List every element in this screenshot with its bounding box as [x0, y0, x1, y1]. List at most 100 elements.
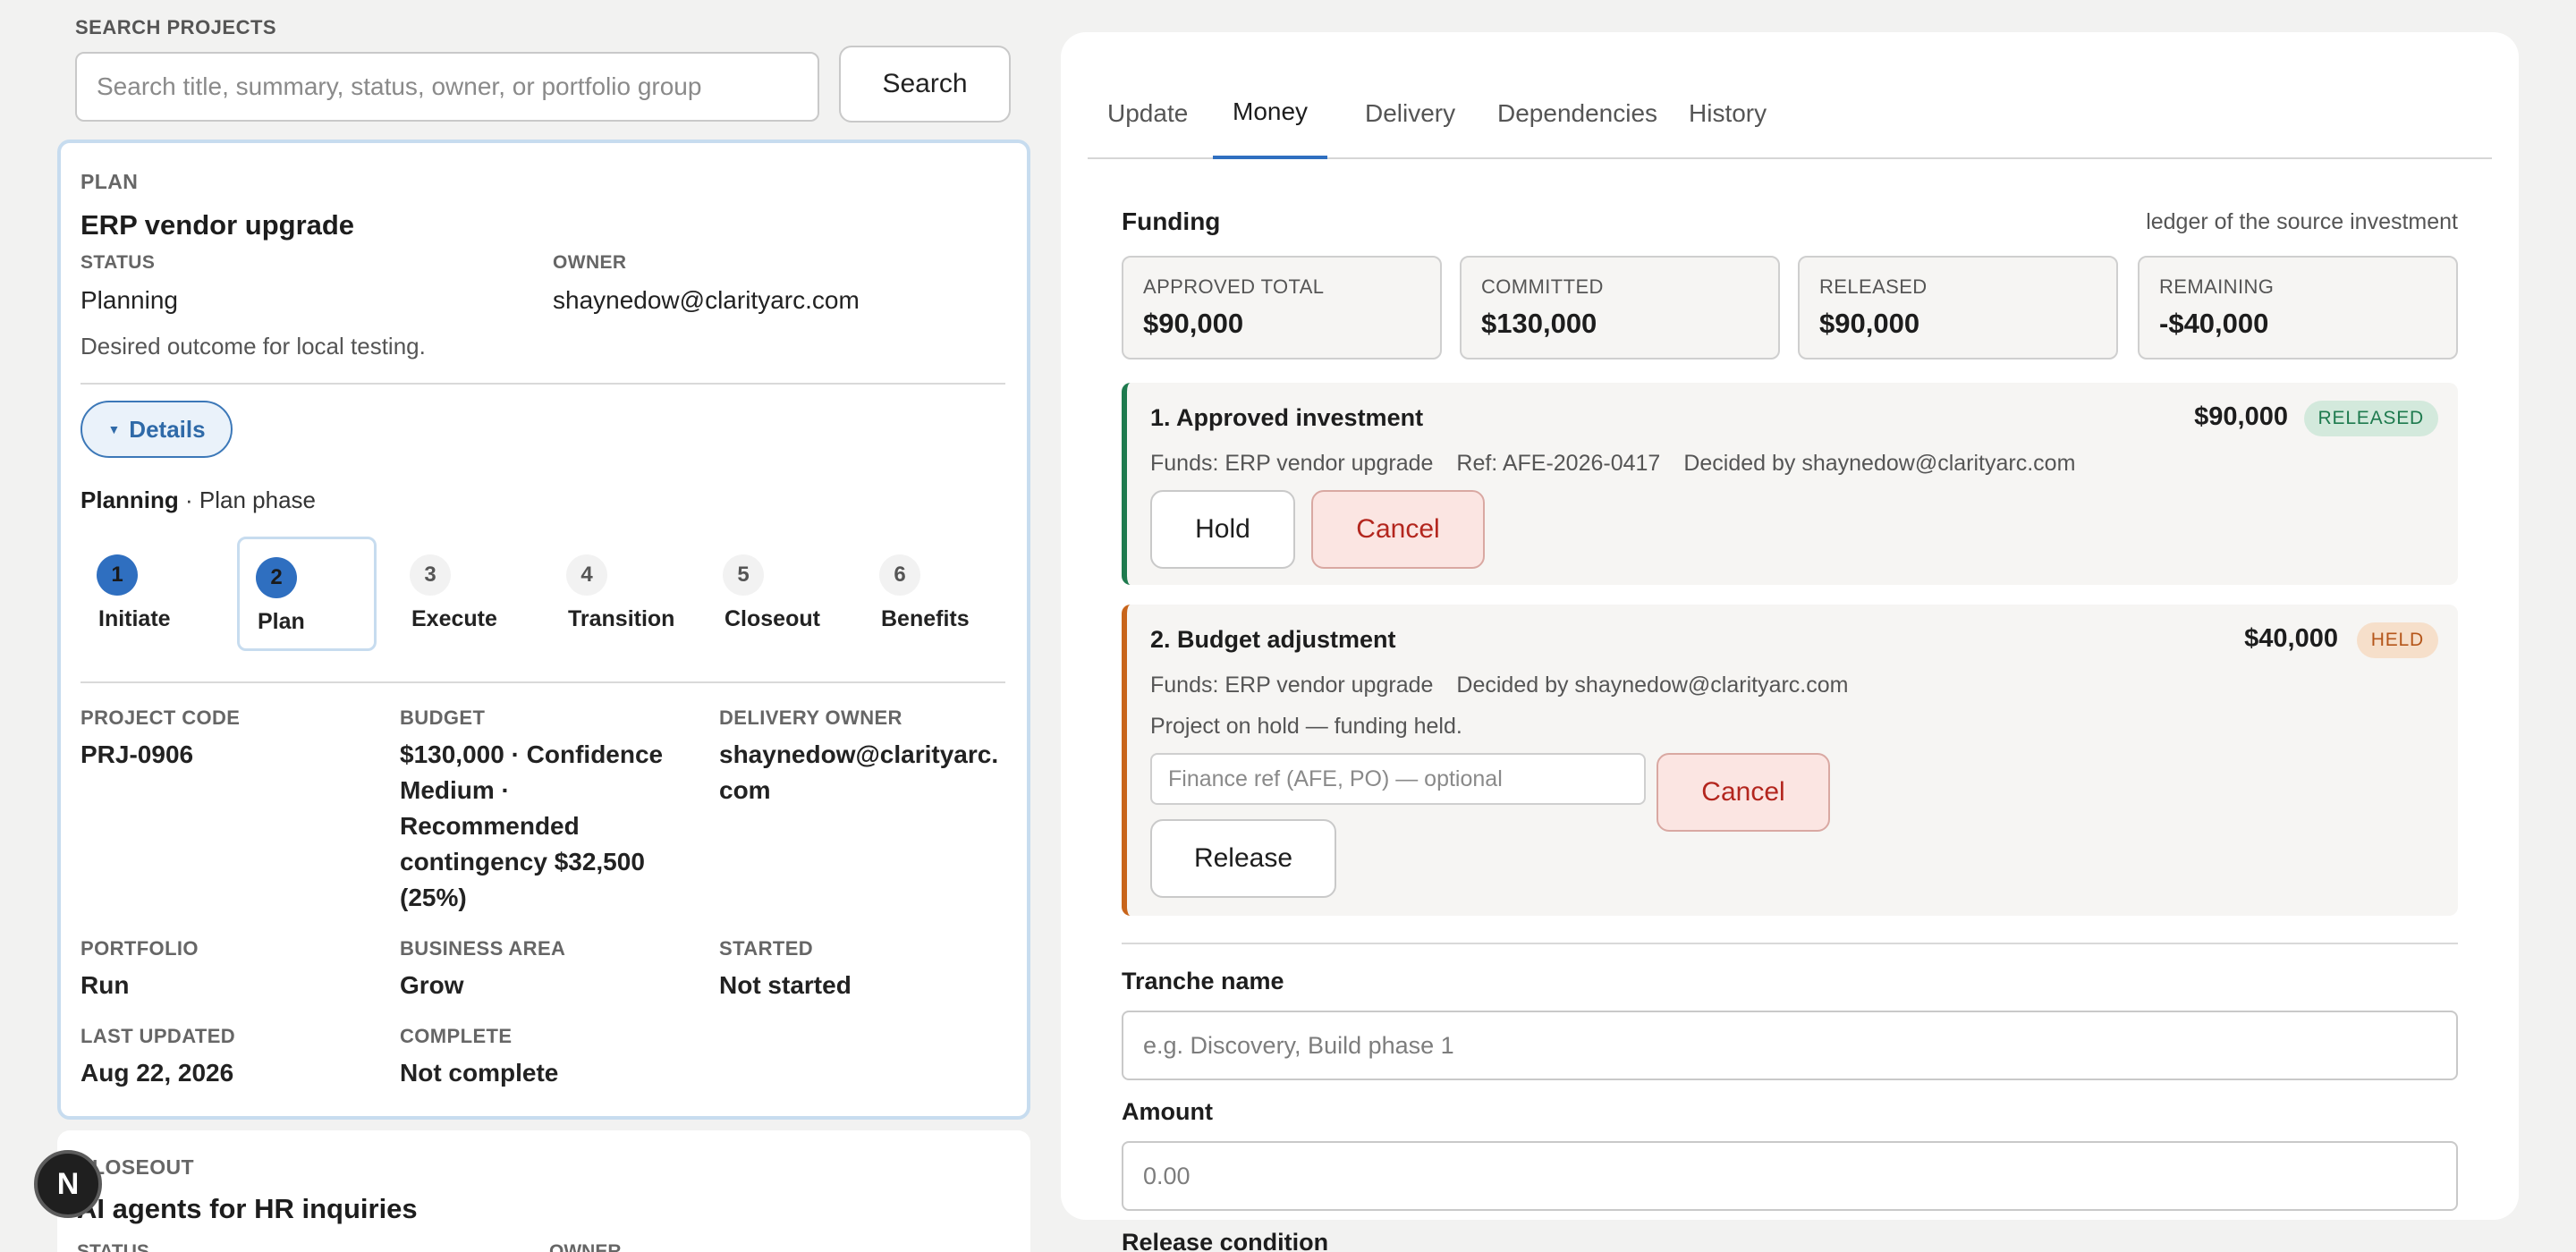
step-number: 1 — [97, 554, 138, 596]
project-card-selected[interactable]: PLAN ERP vendor upgrade STATUS Planning … — [57, 140, 1030, 1120]
budget-label: BUDGET — [400, 706, 486, 729]
funding-title: Funding — [1122, 207, 1221, 235]
search-label: SEARCH PROJECTS — [75, 16, 277, 38]
tab-history[interactable]: History — [1669, 68, 1786, 159]
status-value: Planning — [80, 286, 178, 314]
triangle-down-icon: ▼ — [107, 422, 121, 436]
tranche-decided: Decided by shaynedow@clarityarc.com — [1456, 673, 1849, 698]
project-title: ERP vendor upgrade — [80, 209, 355, 241]
tranche-meta: Funds: ERP vendor upgrade Decided by shay… — [1150, 673, 1871, 698]
tab-money[interactable]: Money — [1213, 68, 1328, 159]
stat-value: $130,000 — [1481, 308, 1597, 339]
budget-line: contingency $32,500 — [400, 848, 645, 876]
money-section: Funding ledger of the source investment … — [1088, 159, 2492, 1252]
stat-value: -$40,000 — [2159, 308, 2269, 339]
portfolio-value: Run — [80, 971, 130, 999]
cancel-button[interactable]: Cancel — [1657, 753, 1830, 832]
status-label: STATUS — [80, 252, 156, 273]
phase-summary: Planning · Plan phase — [80, 486, 316, 514]
status-label: STATUS — [77, 1241, 149, 1252]
tranche-title: 1. Approved investment — [1150, 404, 1424, 431]
search-button[interactable]: Search — [839, 46, 1011, 123]
delivery-owner-line: shaynedow@clarityarc. — [719, 740, 999, 768]
delivery-owner-value: shaynedow@clarityarc. com — [719, 737, 1014, 808]
stat-committed: COMMITTED $130,000 — [1460, 256, 1780, 360]
step-number: 2 — [256, 557, 297, 598]
started-label: STARTED — [719, 937, 814, 960]
divider — [80, 383, 1005, 385]
amount-label: Amount — [1122, 1098, 1213, 1125]
project-code-value: PRJ-0906 — [80, 740, 194, 768]
tranche-note: Project on hold — funding held. — [1150, 714, 1462, 739]
budget-line: Medium · — [400, 776, 510, 804]
stat-label: RELEASED — [1819, 275, 1928, 298]
tranche-amount: $90,000 — [2194, 402, 2288, 431]
owner-label: OWNER — [553, 252, 627, 273]
delivery-owner-label: DELIVERY OWNER — [719, 706, 902, 729]
release-button[interactable]: Release — [1150, 819, 1336, 898]
stat-label: APPROVED TOTAL — [1143, 275, 1325, 298]
step-label: Benefits — [881, 606, 970, 631]
step-label: Initiate — [98, 606, 171, 631]
amount-input[interactable] — [1122, 1141, 2458, 1211]
step-closeout[interactable]: 5 Closeout — [707, 537, 846, 651]
last-updated-label: LAST UPDATED — [80, 1025, 236, 1047]
step-transition[interactable]: 4 Transition — [550, 537, 690, 651]
stat-remaining: REMAINING -$40,000 — [2138, 256, 2458, 360]
stat-value: $90,000 — [1143, 308, 1244, 339]
last-updated-value: Aug 22, 2026 — [80, 1059, 234, 1087]
funding-note: ledger of the source investment — [2146, 209, 2458, 234]
project-description: Desired outcome for local testing. — [80, 333, 426, 360]
divider — [80, 681, 1005, 683]
tranche-name-input[interactable] — [1122, 1011, 2458, 1080]
tranche-meta: Funds: ERP vendor upgrade Ref: AFE-2026-0… — [1150, 451, 2098, 477]
detail-tabs: Update Money Delivery Dependencies Histo… — [1088, 68, 2492, 159]
tranche-decided: Decided by shaynedow@clarityarc.com — [1683, 451, 2076, 476]
details-toggle-button[interactable]: ▼ Details — [80, 401, 233, 458]
project-detail-panel: Update Money Delivery Dependencies Histo… — [1061, 32, 2519, 1252]
tranche-amount: $40,000 — [2244, 624, 2338, 653]
hold-button[interactable]: Hold — [1150, 490, 1295, 569]
stat-approved-total: APPROVED TOTAL $90,000 — [1122, 256, 1442, 360]
user-avatar[interactable]: N — [34, 1150, 102, 1218]
cancel-button[interactable]: Cancel — [1311, 490, 1485, 569]
stat-label: COMMITTED — [1481, 275, 1604, 298]
project-code-label: PROJECT CODE — [80, 706, 241, 729]
details-button-label: Details — [129, 415, 206, 443]
business-area-label: BUSINESS AREA — [400, 937, 566, 960]
business-area-value: Grow — [400, 971, 464, 999]
step-number: 5 — [723, 554, 764, 596]
phase-summary-phase: · Plan phase — [178, 486, 316, 513]
project-card[interactable]: CLOSEOUT AI agents for HR inquiries STAT… — [57, 1130, 1030, 1252]
tranche-funds: Funds: ERP vendor upgrade — [1150, 673, 1434, 698]
phase-stepper: 1 Initiate 2 Plan 3 Execute 4 Transition… — [80, 537, 1011, 653]
delivery-owner-line: com — [719, 776, 771, 804]
tab-dependencies[interactable]: Dependencies — [1478, 68, 1677, 159]
started-value: Not started — [719, 971, 852, 999]
budget-line: (25%) — [400, 884, 467, 911]
tranche-title: 2. Budget adjustment — [1150, 626, 1396, 653]
tab-update[interactable]: Update — [1088, 68, 1208, 159]
budget-value: $130,000 · Confidence Medium · Recommend… — [400, 737, 704, 916]
step-plan[interactable]: 2 Plan — [237, 537, 377, 651]
tranche-approved-investment: 1. Approved investment $90,000 RELEASED … — [1122, 383, 2458, 585]
budget-line: $130,000 · Confidence — [400, 740, 664, 768]
step-number: 3 — [410, 554, 451, 596]
tab-delivery[interactable]: Delivery — [1345, 68, 1475, 159]
step-label: Execute — [411, 606, 497, 631]
search-input[interactable] — [75, 52, 819, 122]
owner-value: shaynedow@clarityarc.com — [553, 286, 860, 314]
step-label: Plan — [258, 609, 305, 634]
release-condition-label: Release condition — [1122, 1229, 1329, 1252]
step-initiate[interactable]: 1 Initiate — [80, 537, 220, 651]
budget-line: Recommended — [400, 812, 580, 840]
project-list-column: SEARCH PROJECTS Search PLAN ERP vendor u… — [57, 0, 1030, 1252]
tranche-name-label: Tranche name — [1122, 968, 1284, 994]
step-number: 4 — [566, 554, 607, 596]
step-execute[interactable]: 3 Execute — [394, 537, 533, 651]
stat-released: RELEASED $90,000 — [1798, 256, 2118, 360]
owner-label: OWNER — [549, 1241, 622, 1252]
finance-ref-input[interactable] — [1150, 753, 1646, 805]
divider — [1122, 943, 2458, 944]
step-benefits[interactable]: 6 Benefits — [863, 537, 1003, 651]
